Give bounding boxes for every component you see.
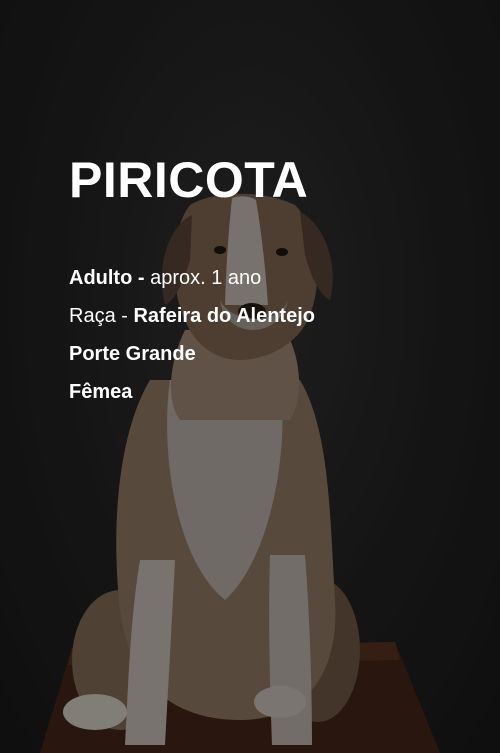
pet-breed-value: Rafeira do Alentejo bbox=[133, 305, 315, 327]
pet-breed: Raça - Rafeira do Alentejo bbox=[69, 304, 315, 328]
pet-age-label: Adulto - bbox=[69, 267, 145, 289]
pet-age: Adulto - aprox. 1 ano bbox=[69, 266, 315, 290]
pet-size: Porte Grande bbox=[69, 343, 196, 365]
pet-breed-label: Raça - bbox=[69, 305, 128, 327]
pet-name: PIRICOTA bbox=[69, 152, 309, 208]
pet-card: PIRICOTA Adulto - aprox. 1 ano Raça - Ra… bbox=[0, 0, 500, 753]
pet-sex: Fêmea bbox=[69, 381, 133, 403]
pet-info: PIRICOTA Adulto - aprox. 1 ano Raça - Ra… bbox=[69, 150, 315, 418]
pet-age-value: aprox. 1 ano bbox=[150, 267, 262, 289]
